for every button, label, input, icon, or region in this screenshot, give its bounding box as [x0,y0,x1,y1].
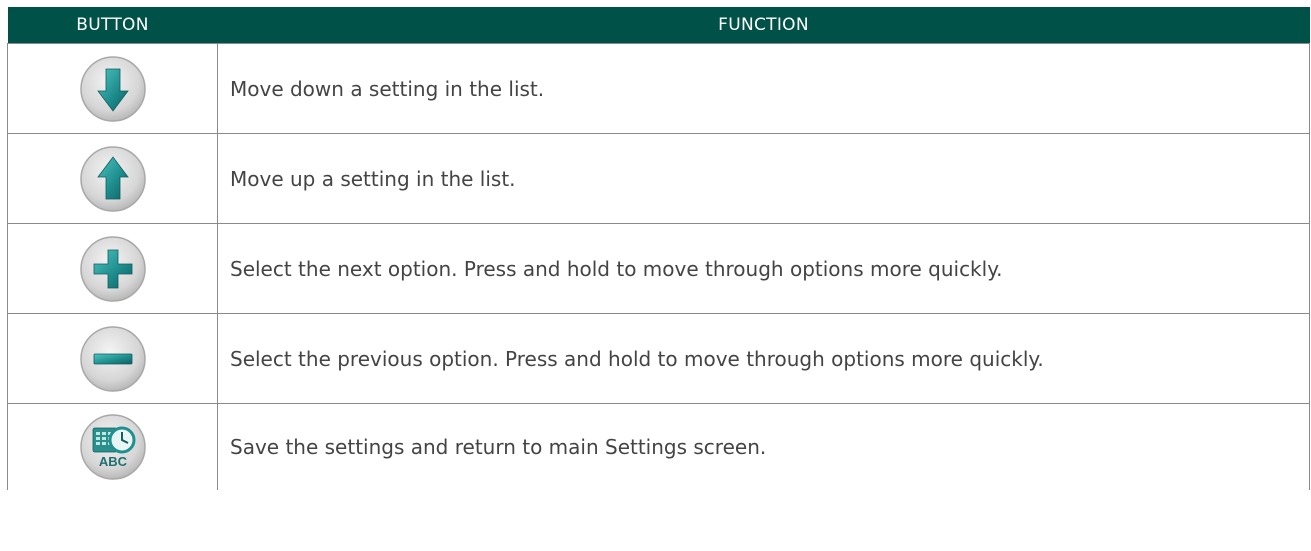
table-row: Move up a setting in the list. [7,133,1310,224]
svg-text:ABC: ABC [98,454,127,469]
icon-cell [7,313,218,404]
table-row: Select the previous option. Press and ho… [7,313,1310,404]
minus-icon[interactable] [79,325,147,393]
plus-icon[interactable] [79,235,147,303]
function-description: Select the next option. Press and hold t… [217,223,1310,314]
table-row: Select the next option. Press and hold t… [7,223,1310,314]
save-settings-icon[interactable]: ABC [79,413,147,481]
table-header-row: BUTTON FUNCTION [7,7,1310,44]
function-description: Move down a setting in the list. [217,43,1310,134]
icon-cell [7,43,218,134]
table-row: Move down a setting in the list. [7,43,1310,134]
function-description: Move up a setting in the list. [217,133,1310,224]
header-function: FUNCTION [217,7,1310,44]
button-function-table: BUTTON FUNCTION Move down a setting in t… [7,7,1310,490]
arrow-up-icon[interactable] [79,145,147,213]
header-button: BUTTON [7,7,218,44]
icon-cell [7,133,218,224]
icon-cell [7,223,218,314]
function-description: Select the previous option. Press and ho… [217,313,1310,404]
arrow-down-icon[interactable] [79,55,147,123]
function-description: Save the settings and return to main Set… [217,403,1310,490]
table-row: ABC Save the settings and return to main… [7,403,1310,490]
icon-cell: ABC [7,403,218,490]
